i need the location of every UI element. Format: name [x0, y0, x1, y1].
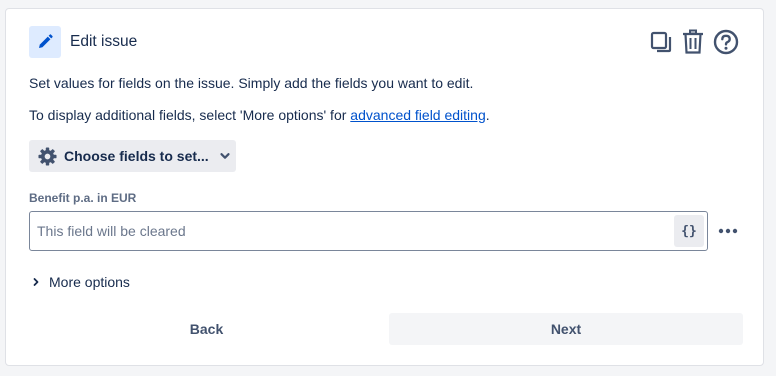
- more-options-toggle[interactable]: More options: [31, 274, 130, 290]
- choose-fields-label: Choose fields to set...: [64, 148, 209, 164]
- gear-icon: [38, 146, 57, 166]
- description-prefix: To display additional fields, select 'Mo…: [29, 107, 351, 123]
- back-button[interactable]: Back: [29, 313, 384, 345]
- edit-issue-panel: Edit issue Set values for fields on the …: [5, 8, 764, 366]
- next-button[interactable]: Next: [389, 313, 743, 345]
- help-icon[interactable]: [713, 29, 739, 55]
- advanced-field-editing-link[interactable]: advanced field editing: [350, 107, 485, 123]
- more-options-label: More options: [49, 274, 130, 290]
- chevron-down-icon: [219, 150, 231, 162]
- pencil-icon: [29, 26, 61, 58]
- description-suffix: .: [485, 107, 490, 123]
- choose-fields-button[interactable]: Choose fields to set...: [29, 140, 236, 172]
- field-label: Benefit p.a. in EUR: [29, 191, 137, 205]
- description-advanced: To display additional fields, select 'Mo…: [29, 107, 490, 123]
- page-title: Edit issue: [70, 33, 138, 50]
- benefit-field-container: {}: [29, 211, 708, 251]
- description-text: Set values for fields on the issue. Simp…: [29, 75, 474, 91]
- chevron-right-icon: [31, 277, 41, 287]
- trash-icon[interactable]: [681, 29, 705, 55]
- header-actions: [649, 29, 739, 55]
- benefit-field-input[interactable]: [30, 212, 670, 250]
- smart-value-button[interactable]: {}: [674, 215, 704, 247]
- copy-icon[interactable]: [649, 30, 673, 54]
- more-horizontal-icon[interactable]: [714, 217, 742, 245]
- panel-header: Edit issue: [29, 26, 137, 58]
